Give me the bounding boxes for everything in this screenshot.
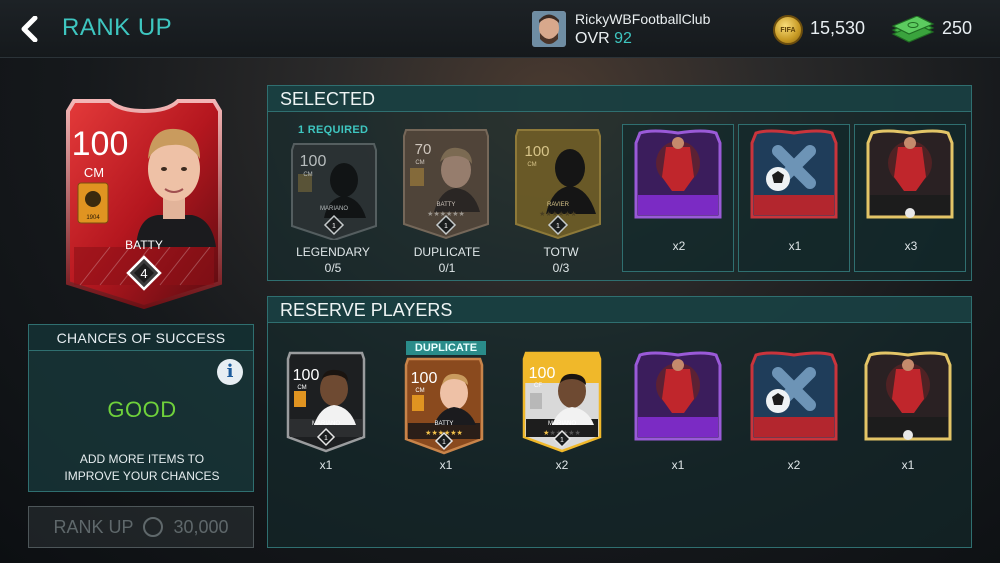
reserve-player-1[interactable]: 100 CM MARIANO 1 [284,349,368,456]
info-icon[interactable]: i [217,359,243,385]
hint-line-1: ADD MORE ITEMS TO [79,452,205,466]
gold-player-item-icon [864,351,952,441]
username: RickyWBFootballClub [575,11,711,27]
player-position: CM [84,165,104,180]
purple-player-item-icon [634,351,722,441]
reserve-player-3[interactable]: 100 CF MARIANO ★★★★★★ 1 [520,349,604,456]
player-rating: 100 [72,125,129,163]
chances-result: GOOD [107,397,177,422]
slot-card-pos: CM [527,162,536,168]
reserve-rating: 100 [293,367,320,384]
slot-duplicate-label: DUPLICATE 0/1 [392,244,502,276]
slot-rank: 1 [332,223,336,230]
slot-label: DUPLICATE [413,245,481,259]
slot-card-name: BATTY [437,202,456,208]
slot-card-rating: 100 [524,143,549,160]
coin-icon-text: FIFA [780,26,796,34]
reserve-item-qty: x1 [901,458,915,472]
reserve-player-2[interactable]: 100 CM BATTY ★★★★★★ 1 [402,355,486,458]
slot-duplicate[interactable]: 70 CM BATTY ★★★★★★ 1 [400,126,492,243]
reserve-rank: 1 [560,437,564,444]
avatar[interactable] [532,11,566,47]
slot-label: LEGENDARY [296,245,370,259]
reserve-rank: 1 [442,439,446,446]
reserve-item-red-ball[interactable] [748,349,840,446]
reserve-item-qty: x1 [671,458,685,472]
reserve-qty: x2 [555,458,569,472]
slot-card-name: MARIANO [320,206,348,212]
selected-item-gold[interactable]: x3 [854,124,966,272]
player-face-icon [532,11,566,47]
reserve-name: MARIANO [548,421,576,427]
slot-rank: 1 [444,223,448,230]
reserve-name: MARIANO [312,421,340,427]
slot-legendary-label: LEGENDARY 0/5 [278,244,388,276]
reserve-qty: x1 [439,458,453,472]
back-button[interactable] [14,12,44,46]
reserve-pos: CM [297,385,306,391]
coin-icon: FIFA [773,15,803,45]
badge-year: 1904 [86,215,100,221]
slot-legendary[interactable]: 100 CM MARIANO 1 [288,140,380,243]
reserve-pos: CM [415,388,424,394]
reserve-qty: x1 [319,458,333,472]
slot-card-name: RAVIER [547,202,570,208]
slot-label: TOTW [543,245,579,259]
reserve-item-qty: x2 [787,458,801,472]
coin-icon [143,517,164,537]
selected-panel: SELECTED 1 REQUIRED 100 CM MARIANO 1 LEG… [267,85,972,281]
reserve-panel: RESERVE PLAYERS DUPLICATE 100 CM MARIANO… [267,296,972,548]
cash-icon [891,15,935,44]
rank-up-label: RANK UP [53,516,134,537]
ovr-value: 92 [614,30,632,47]
slot-totw[interactable]: 100 CM RAVIER ★★★★★★ 1 [512,126,604,243]
red-ball-item-icon [750,351,838,441]
rank-up-button[interactable]: RANK UP 30,000 [28,506,254,548]
top-bar: RANK UP RickyWBFootballClub OVR 92 FIFA … [0,0,1000,58]
purple-player-item-icon [634,129,722,219]
rank-number: 4 [140,266,147,281]
duplicate-tag: DUPLICATE [406,341,486,355]
player-name: BATTY [125,238,163,252]
page-title: RANK UP [62,14,173,41]
rank-up-cost: 30,000 [173,516,229,537]
requirement-label: 1 REQUIRED [298,124,369,136]
chevron-left-icon [21,16,38,42]
slot-rank: 1 [556,223,560,230]
slot-card-pos: CM [303,172,312,178]
selected-heading: SELECTED [268,86,971,112]
coin-balance: 15,530 [810,18,866,38]
slot-card-rating: 100 [300,153,327,170]
slot-count: 0/5 [324,261,342,275]
ovr-label: OVR [575,30,610,47]
reserve-item-purple[interactable] [632,349,724,446]
slot-count: 0/1 [438,261,456,275]
ovr-rating: OVR 92 [575,30,632,48]
slot-card-rating: 70 [415,141,432,158]
reserve-rating: 100 [529,365,556,382]
chances-hint: ADD MORE ITEMS TO IMPROVE YOUR CHANCES [29,451,255,485]
reserve-rank: 1 [324,435,328,442]
reserve-rating: 100 [411,370,438,387]
selected-item-purple[interactable]: x2 [622,124,734,272]
player-card[interactable]: 1904 100 CM BATTY 4 [60,97,228,310]
reserve-item-gold[interactable] [862,349,954,446]
slot-count: 0/3 [552,261,570,275]
cash-balance: 250 [942,18,973,38]
slot-totw-label: TOTW 0/3 [506,244,616,276]
chances-heading: CHANCES OF SUCCESS [29,325,253,351]
item-qty: x2 [672,239,686,253]
hint-line-2: IMPROVE YOUR CHANCES [64,469,220,483]
reserve-heading: RESERVE PLAYERS [268,297,971,323]
red-ball-item-icon [750,129,838,219]
reserve-pos: CF [534,383,542,389]
slot-card-pos: CM [415,160,424,166]
chances-panel: CHANCES OF SUCCESS i GOOD ADD MORE ITEMS… [28,324,254,492]
reserve-name: BATTY [435,421,454,427]
item-qty: x1 [788,239,802,253]
item-qty: x3 [904,239,918,253]
selected-item-red-ball[interactable]: x1 [738,124,850,272]
gold-player-item-icon [866,129,954,219]
